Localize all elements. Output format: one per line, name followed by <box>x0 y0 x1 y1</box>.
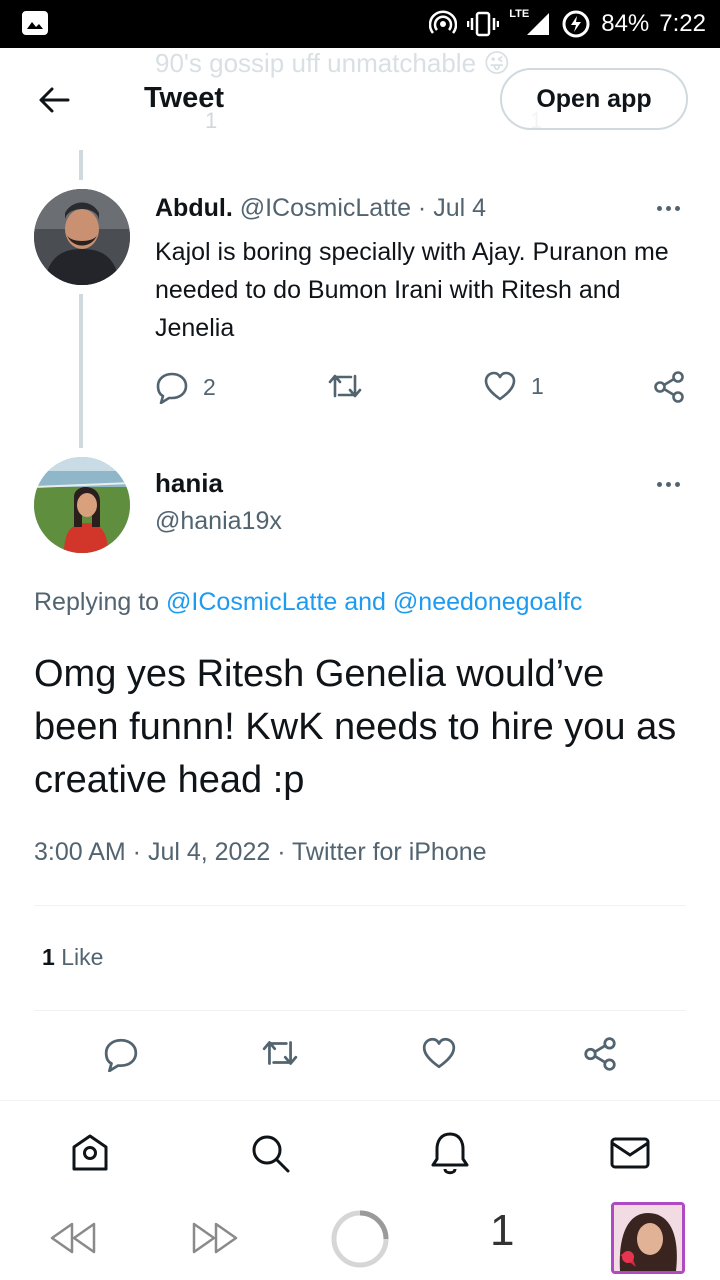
reply-count: 2 <box>203 373 216 400</box>
like-icon <box>484 371 516 401</box>
likes-summary[interactable]: 1 Like <box>42 944 103 971</box>
likes-label: Like <box>61 944 104 970</box>
battery-saver-icon <box>562 10 590 38</box>
author-meta: @ICosmicLatte · Jul 4 <box>239 194 487 222</box>
author-name[interactable]: Abdul. <box>155 194 233 222</box>
avatar[interactable] <box>34 189 130 285</box>
more-button[interactable] <box>648 193 688 223</box>
battery-percent: 84% <box>601 10 650 37</box>
loading-spinner-icon <box>331 1210 389 1268</box>
status-icons: LTE 84% 7:22 <box>429 0 706 48</box>
main-actions <box>0 1036 720 1076</box>
share-button[interactable] <box>582 1036 618 1072</box>
more-button[interactable] <box>648 469 688 499</box>
gallery-notification-icon <box>22 11 48 35</box>
reply-icon <box>104 1038 138 1072</box>
messages-icon <box>610 1137 650 1169</box>
retweet-button[interactable] <box>327 370 363 402</box>
share-button[interactable] <box>652 370 686 404</box>
nav-search-button[interactable] <box>246 1129 294 1177</box>
status-bar: LTE 84% 7:22 <box>0 0 720 48</box>
avatar[interactable] <box>34 457 130 553</box>
fast-forward-icon <box>192 1222 238 1254</box>
profile-thumbnail[interactable] <box>611 1202 685 1274</box>
like-button[interactable] <box>421 1036 457 1070</box>
divider <box>34 905 686 906</box>
page-title: Tweet <box>144 82 225 114</box>
thread-line-top <box>79 150 83 180</box>
author-handle[interactable]: @hania19x <box>155 507 282 536</box>
tweet-text: Omg yes Ritesh Genelia would’ve been fun… <box>34 653 677 801</box>
replying-label: Replying to <box>34 588 160 616</box>
share-icon <box>584 1037 616 1071</box>
header: 90's gossip uff unmatchable 😜 1 1 Tweet … <box>0 48 720 148</box>
more-icon <box>656 205 662 211</box>
bottom-navigation <box>0 1100 720 1200</box>
search-icon <box>252 1135 290 1173</box>
retweet-button[interactable] <box>261 1036 299 1070</box>
hotspot-icon <box>429 10 458 34</box>
like-icon <box>422 1037 456 1069</box>
more-icon <box>656 481 662 487</box>
mention-conjunction[interactable]: and <box>344 588 386 616</box>
like-button[interactable]: 1 <box>483 370 544 402</box>
author-name[interactable]: hania <box>155 468 223 499</box>
nav-notifications-button[interactable] <box>426 1129 474 1177</box>
like-count: 1 <box>531 372 544 399</box>
back-button[interactable] <box>32 78 76 122</box>
share-icon <box>654 371 684 403</box>
vibrate-icon <box>467 11 500 37</box>
reload-button[interactable] <box>329 1208 391 1270</box>
clock: 7:22 <box>659 10 706 37</box>
home-icon <box>72 1134 108 1171</box>
rewind-icon <box>50 1222 96 1254</box>
likes-count: 1 <box>42 944 55 970</box>
retweet-icon <box>262 1041 298 1065</box>
notifications-icon <box>431 1132 469 1175</box>
reply-icon <box>156 372 188 404</box>
ghost-tweet-text: 90's gossip uff unmatchable 😜 <box>155 48 511 78</box>
browser-bottom-bar: 1 <box>0 1196 720 1280</box>
back-arrow-icon <box>39 87 70 113</box>
retweet-icon <box>328 374 362 398</box>
reply-button[interactable] <box>103 1036 139 1072</box>
browser-back-button[interactable] <box>44 1214 100 1262</box>
divider <box>34 1010 686 1011</box>
reply-button[interactable]: 2 <box>155 370 216 404</box>
network-type: LTE <box>509 8 530 20</box>
open-app-button[interactable]: Open app <box>500 68 688 130</box>
replying-to: Replying to @ICosmicLatte and @needonego… <box>34 588 582 617</box>
tweet-text: Kajol is boring specially with Ajay. Pur… <box>155 238 669 342</box>
parent-actions: 2 1 <box>0 370 720 410</box>
tweet-timestamp[interactable]: 3:00 AM · Jul 4, 2022 · Twitter for iPho… <box>34 838 487 867</box>
browser-forward-button[interactable] <box>188 1214 244 1262</box>
nav-home-button[interactable] <box>66 1129 114 1177</box>
tab-count[interactable]: 1 <box>490 1206 514 1256</box>
mention-link[interactable]: @ICosmicLatte <box>166 588 337 616</box>
parent-tweet-header: Abdul. @ICosmicLatte · Jul 4 <box>155 194 486 223</box>
nav-messages-button[interactable] <box>606 1129 654 1177</box>
mention-link[interactable]: @needonegoalfc <box>393 588 582 616</box>
